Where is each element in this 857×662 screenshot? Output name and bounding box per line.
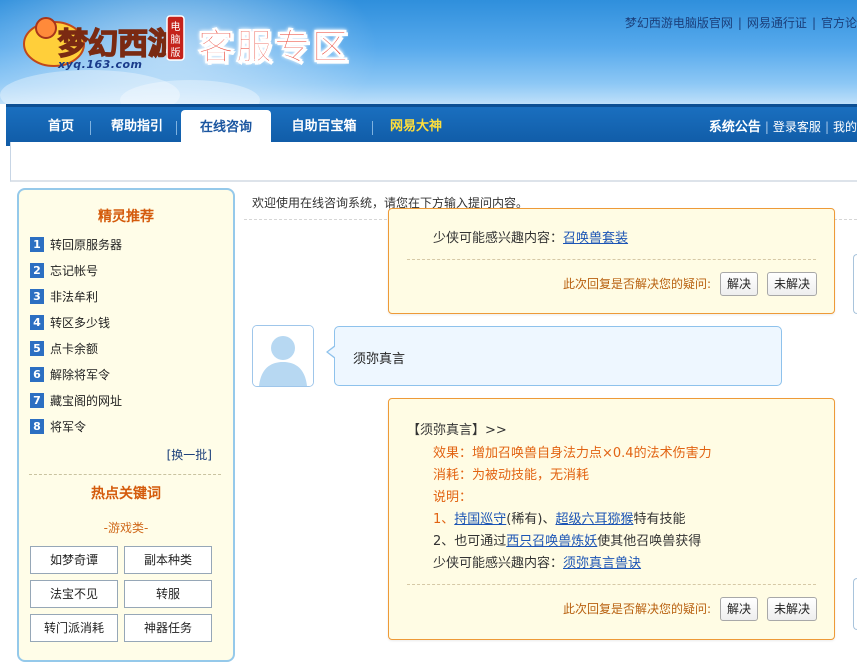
divider	[407, 259, 816, 260]
recommend-item[interactable]: 3 非法牟利	[30, 286, 122, 312]
keyword-button[interactable]: 法宝不见	[30, 580, 118, 608]
recommend-item[interactable]: 5 点卡余额	[30, 338, 122, 364]
logo-url: xyq.163.com	[58, 58, 143, 71]
logo-text: 梦幻西游	[58, 27, 178, 62]
nav-login-service[interactable]: 登录客服	[773, 120, 821, 134]
reply-heading: 【须弥真言】>>	[407, 423, 507, 438]
reply-card: 少侠可能感兴趣内容：召唤兽套装 此次回复是否解决您的疑问: 解决 未解决	[388, 208, 835, 314]
logo-badge-1: 电	[171, 20, 181, 33]
reply-effect: 效果：增加召唤兽自身法力点×0.4的法术伤害力	[433, 446, 712, 461]
keyword-button[interactable]: 转门派消耗	[30, 614, 118, 642]
reply-cost: 消耗：为被动技能，无消耗	[433, 468, 590, 483]
change-batch-link[interactable]: [换一批]	[167, 446, 212, 463]
page-title: 客服专区	[197, 27, 351, 69]
header-banner: 梦幻西游 电 脑 版 xyq.163.com 客服专区 梦幻西游电脑版官网 | 网易…	[0, 0, 857, 104]
interest-link[interactable]: 召唤兽套装	[563, 231, 628, 246]
solve-question: 此次回复是否解决您的疑问:	[563, 277, 712, 291]
interest-link[interactable]: 须弥真言兽诀	[563, 556, 641, 571]
solved-button[interactable]: 解决	[720, 272, 758, 296]
recommend-item[interactable]: 7 藏宝阁的网址	[30, 390, 122, 416]
pet-link[interactable]: 超级六耳猕猴	[555, 512, 633, 527]
unsolved-button[interactable]: 未解决	[767, 272, 817, 296]
pet-link[interactable]: 持国巡守	[454, 512, 506, 527]
top-link-official[interactable]: 梦幻西游电脑版官网	[625, 16, 733, 30]
nav-right-links: 系统公告 | 登录客服 | 我的	[708, 120, 857, 135]
divider	[407, 584, 816, 585]
right-panel-edge	[853, 254, 857, 314]
sidebar: 精灵推荐 1 转回原服务器 2 忘记帐号 3 非法牟利 4 转区多少钱 5 点卡余额 6解…	[17, 188, 235, 662]
nav-my[interactable]: 我的	[833, 120, 857, 134]
top-links: 梦幻西游电脑版官网 | 网易通行证 | 官方论	[624, 16, 857, 30]
recommend-item[interactable]: 1 转回原服务器	[30, 234, 122, 260]
divider	[29, 474, 221, 475]
avatar	[252, 325, 314, 387]
sub-bar	[10, 142, 857, 182]
keyword-button[interactable]: 转服	[124, 580, 212, 608]
recommend-item[interactable]: 6 解除将军令	[30, 364, 122, 390]
user-message-text: 须弥真言	[353, 352, 406, 367]
nav-announcement[interactable]: 系统公告	[709, 120, 761, 135]
interest-label: 少侠可能感兴趣内容：	[433, 556, 564, 571]
recommend-item[interactable]: 2 忘记帐号	[30, 260, 122, 286]
main-nav: 首页 帮助指引 在线咨询 自助百宝箱 网易大神 系统公告 | 登录客服 | 我的	[6, 104, 857, 147]
interest-label: 少侠可能感兴趣内容：	[433, 231, 564, 246]
recommend-title: 精灵推荐	[98, 209, 154, 225]
keyword-button[interactable]: 如梦奇谭	[30, 546, 118, 574]
top-link-forum[interactable]: 官方论	[821, 16, 857, 30]
top-link-passport[interactable]: 网易通行证	[747, 16, 807, 30]
recommend-list: 1 转回原服务器 2 忘记帐号 3 非法牟利 4 转区多少钱 5 点卡余额 6 解除将军令 …	[30, 234, 122, 442]
unsolved-button[interactable]: 未解决	[767, 597, 817, 621]
reply-card: 【须弥真言】>> 效果：增加召唤兽自身法力点×0.4的法术伤害力 消耗：为被动技…	[388, 398, 835, 640]
user-message-bubble: 须弥真言	[334, 326, 782, 386]
refine-link[interactable]: 西只召唤兽炼妖	[506, 534, 597, 549]
category-label: -游戏类-	[103, 521, 149, 535]
nav-netease-dashen[interactable]: 网易大神	[382, 107, 450, 146]
solve-question: 此次回复是否解决您的疑问:	[563, 602, 712, 616]
recommend-item[interactable]: 8 将军令	[30, 416, 122, 442]
logo-badge-2: 脑	[171, 33, 181, 46]
keyword-button[interactable]: 神器任务	[124, 614, 212, 642]
nav-home[interactable]: 首页	[36, 107, 86, 146]
reply-explain: 说明：	[433, 490, 473, 505]
right-panel-edge	[853, 578, 857, 630]
keyword-button[interactable]: 副本种类	[124, 546, 212, 574]
solved-button[interactable]: 解决	[720, 597, 758, 621]
hot-keywords-title: 热点关键词	[91, 486, 161, 502]
nav-self-service[interactable]: 自助百宝箱	[282, 107, 366, 146]
nav-help[interactable]: 帮助指引	[102, 107, 172, 146]
recommend-item[interactable]: 4 转区多少钱	[30, 312, 122, 338]
user-silhouette-icon	[253, 326, 313, 386]
logo-badge-3: 版	[171, 46, 181, 59]
